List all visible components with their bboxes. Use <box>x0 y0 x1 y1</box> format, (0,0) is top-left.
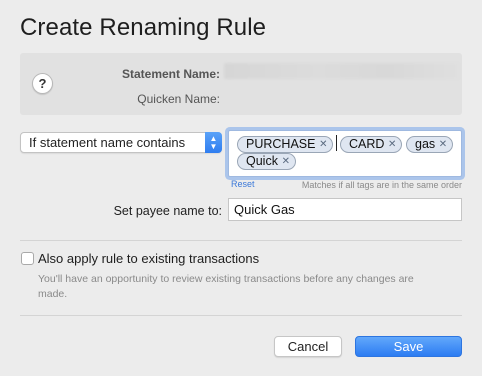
statement-name-label: Statement Name: <box>121 67 220 81</box>
close-icon[interactable]: ✕ <box>439 137 447 152</box>
question-mark-icon: ? <box>38 76 47 91</box>
tag-token[interactable]: Quick ✕ <box>237 153 296 170</box>
tag-token[interactable]: gas ✕ <box>406 136 454 153</box>
close-icon[interactable]: ✕ <box>388 137 396 152</box>
statement-name-value-redacted <box>224 63 459 79</box>
tag-token[interactable]: CARD ✕ <box>340 136 403 153</box>
quicken-name-label: Quicken Name: <box>137 92 220 106</box>
divider <box>20 315 462 316</box>
tag-token[interactable]: PURCHASE ✕ <box>237 136 334 153</box>
tag-match-hint: Matches if all tags are in the same orde… <box>301 180 462 190</box>
tag-label: gas <box>415 137 436 151</box>
apply-existing-checkbox[interactable] <box>21 252 34 265</box>
text-caret <box>336 135 337 151</box>
tag-label: Quick <box>246 154 278 168</box>
divider <box>20 240 462 241</box>
apply-existing-label[interactable]: Also apply rule to existing transactions <box>38 251 259 266</box>
condition-select-value: If statement name contains <box>29 135 186 150</box>
help-button[interactable]: ? <box>32 73 53 94</box>
tag-label: PURCHASE <box>246 137 316 151</box>
payee-label: Set payee name to: <box>113 204 222 218</box>
close-icon[interactable]: ✕ <box>282 154 290 169</box>
tag-label: CARD <box>349 137 385 151</box>
save-button[interactable]: Save <box>355 336 462 357</box>
condition-select[interactable]: If statement name contains ▲ ▼ <box>20 132 222 153</box>
payee-name-input[interactable]: Quick Gas <box>228 198 462 221</box>
dialog-title: Create Renaming Rule <box>20 14 267 41</box>
statement-info-panel: ? Statement Name: Quicken Name: <box>20 53 462 115</box>
cancel-button[interactable]: Cancel <box>274 336 342 357</box>
chevron-updown-icon: ▲ ▼ <box>205 132 222 153</box>
reset-link[interactable]: Reset <box>231 179 255 189</box>
tags-token-field[interactable]: PURCHASE ✕ CARD ✕ gas ✕ Quick ✕ <box>228 130 462 177</box>
close-icon[interactable]: ✕ <box>319 137 327 152</box>
apply-existing-note: You'll have an opportunity to review exi… <box>38 273 414 300</box>
